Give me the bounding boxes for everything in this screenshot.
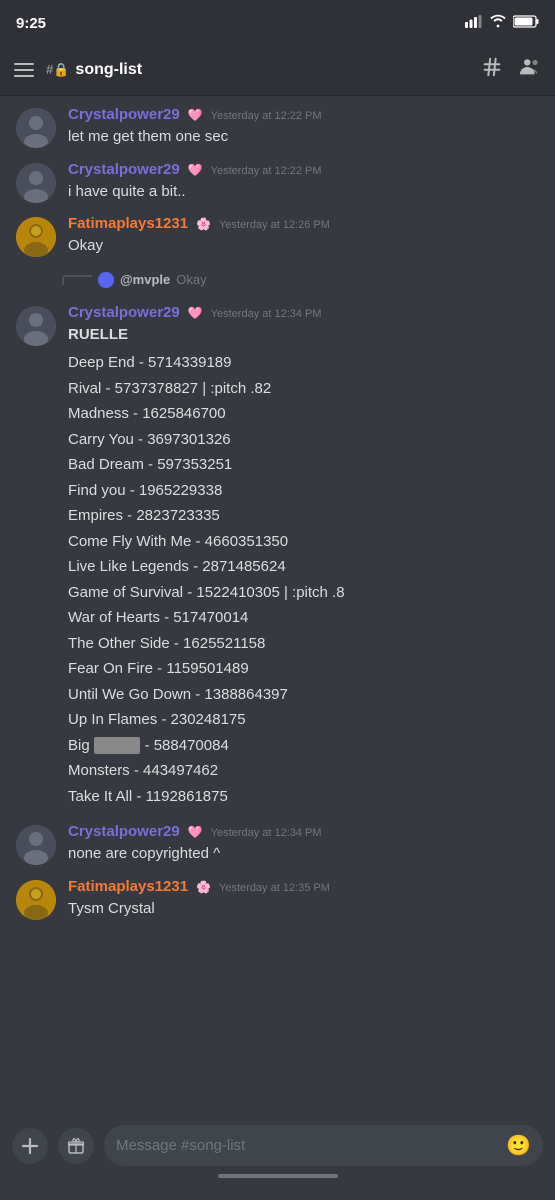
message-content: Crystalpower29 🩷 Yesterday at 12:34 PM R…	[68, 304, 539, 810]
channel-lock-icon: #🔒	[46, 62, 69, 78]
username: Fatimaplays1231	[68, 215, 188, 232]
list-item: War of Hearts - 517470014	[68, 605, 539, 631]
message-group: @mvple Okay Crystalpower29 🩷 Yesterday a…	[0, 262, 555, 814]
timestamp: Yesterday at 12:34 PM	[211, 308, 322, 320]
channel-title: #🔒 song-list	[46, 61, 142, 79]
song-list-header: RUELLE	[68, 326, 128, 343]
avatar	[16, 108, 56, 148]
plus-button[interactable]	[12, 1128, 48, 1164]
emoji-button[interactable]: 🙂	[506, 1133, 531, 1158]
message-text: Okay	[68, 235, 539, 258]
home-indicator	[218, 1174, 338, 1178]
message-group: Crystalpower29 🩷 Yesterday at 12:22 PM i…	[0, 153, 555, 208]
user-badge: 🌸	[196, 217, 211, 231]
list-item: Madness - 1625846700	[68, 401, 539, 427]
username: Crystalpower29	[68, 304, 180, 321]
message-text: RUELLE Deep End - 5714339189 Rival - 573…	[68, 324, 539, 810]
message-header: Fatimaplays1231 🌸 Yesterday at 12:26 PM	[68, 215, 539, 232]
members-icon[interactable]	[519, 56, 541, 84]
user-badge: 🌸	[196, 880, 211, 894]
timestamp: Yesterday at 12:26 PM	[219, 219, 330, 231]
signal-icon	[465, 15, 483, 31]
message-group: Fatimaplays1231 🌸 Yesterday at 12:35 PM …	[0, 870, 555, 925]
wifi-icon	[489, 14, 507, 33]
status-bar: 9:25	[0, 0, 555, 44]
timestamp: Yesterday at 12:34 PM	[211, 827, 322, 839]
battery-icon	[513, 15, 539, 31]
avatar	[16, 163, 56, 203]
list-item: Empires - 2823723335	[68, 503, 539, 529]
menu-button[interactable]	[14, 63, 34, 77]
list-item: Until We Go Down - 1388864397	[68, 682, 539, 708]
message-content: Crystalpower29 🩷 Yesterday at 12:22 PM l…	[68, 106, 539, 149]
status-icons	[465, 14, 539, 33]
username: Crystalpower29	[68, 823, 180, 840]
message-input-wrap[interactable]: Message #song-list 🙂	[104, 1125, 543, 1166]
reply-username: @mvple	[120, 272, 170, 287]
status-time: 9:25	[16, 15, 46, 32]
list-item: The Other Side - 1625521158	[68, 631, 539, 657]
message-text: let me get them one sec	[68, 126, 539, 149]
username: Crystalpower29	[68, 106, 180, 123]
song-list: Deep End - 5714339189 Rival - 5737378827…	[68, 350, 539, 809]
list-item: Carry You - 3697301326	[68, 427, 539, 453]
user-badge: 🩷	[188, 306, 203, 320]
message-input-placeholder[interactable]: Message #song-list	[116, 1137, 498, 1154]
chat-area: Crystalpower29 🩷 Yesterday at 12:22 PM l…	[0, 96, 555, 1014]
list-item: Rival - 5737378827 | :pitch .82	[68, 376, 539, 402]
avatar	[16, 825, 56, 865]
reply-text: Okay	[176, 272, 206, 287]
list-item: Live Like Legends - 2871485624	[68, 554, 539, 580]
censored-word: ████	[94, 737, 141, 754]
username: Fatimaplays1231	[68, 878, 188, 895]
header-right	[481, 56, 541, 84]
list-item: Come Fly With Me - 4660351350	[68, 529, 539, 555]
list-item: Game of Survival - 1522410305 | :pitch .…	[68, 580, 539, 606]
message-inner: Crystalpower29 🩷 Yesterday at 12:34 PM R…	[16, 304, 539, 810]
message-content: Fatimaplays1231 🌸 Yesterday at 12:35 PM …	[68, 878, 539, 921]
message-group: Crystalpower29 🩷 Yesterday at 12:34 PM n…	[0, 813, 555, 870]
message-header: Crystalpower29 🩷 Yesterday at 12:34 PM	[68, 304, 539, 321]
list-item: Take It All - 1192861875	[68, 784, 539, 810]
message-header: Crystalpower29 🩷 Yesterday at 12:22 PM	[68, 161, 539, 178]
timestamp: Yesterday at 12:22 PM	[211, 165, 322, 177]
channel-header: #🔒 song-list	[0, 44, 555, 96]
list-item: Up In Flames - 230248175	[68, 707, 539, 733]
header-left: #🔒 song-list	[14, 61, 142, 79]
list-item: Bad Dream - 597353251	[68, 452, 539, 478]
list-item: Fear On Fire - 1159501489	[68, 656, 539, 682]
list-item: Monsters - 443497462	[68, 758, 539, 784]
gift-button[interactable]	[58, 1128, 94, 1164]
message-group: Crystalpower29 🩷 Yesterday at 12:22 PM l…	[0, 96, 555, 153]
list-item: Find you - 1965229338	[68, 478, 539, 504]
message-header: Fatimaplays1231 🌸 Yesterday at 12:35 PM	[68, 878, 539, 895]
message-content: Crystalpower29 🩷 Yesterday at 12:22 PM i…	[68, 161, 539, 204]
user-badge: 🩷	[188, 108, 203, 122]
message-text: i have quite a bit..	[68, 181, 539, 204]
reply-reference: @mvple Okay	[44, 272, 207, 288]
list-item: Deep End - 5714339189	[68, 350, 539, 376]
timestamp: Yesterday at 12:35 PM	[219, 882, 330, 894]
message-header: Crystalpower29 🩷 Yesterday at 12:34 PM	[68, 823, 539, 840]
input-bar: Message #song-list 🙂	[0, 1117, 555, 1200]
reply-avatar	[98, 272, 114, 288]
input-area-row: Message #song-list 🙂	[12, 1125, 543, 1166]
timestamp: Yesterday at 12:22 PM	[211, 110, 322, 122]
message-content: Fatimaplays1231 🌸 Yesterday at 12:26 PM …	[68, 215, 539, 258]
list-item: Big ████ - 588470084	[68, 733, 539, 759]
user-badge: 🩷	[188, 163, 203, 177]
user-badge: 🩷	[188, 825, 203, 839]
channel-name: song-list	[75, 61, 142, 79]
avatar	[16, 217, 56, 257]
avatar	[16, 880, 56, 920]
message-group: Fatimaplays1231 🌸 Yesterday at 12:26 PM …	[0, 207, 555, 262]
message-header: Crystalpower29 🩷 Yesterday at 12:22 PM	[68, 106, 539, 123]
search-hash-icon[interactable]	[481, 56, 503, 84]
username: Crystalpower29	[68, 161, 180, 178]
avatar	[16, 306, 56, 346]
message-text: none are copyrighted ^	[68, 843, 539, 866]
message-content: Crystalpower29 🩷 Yesterday at 12:34 PM n…	[68, 823, 539, 866]
message-text: Tysm Crystal	[68, 898, 539, 921]
